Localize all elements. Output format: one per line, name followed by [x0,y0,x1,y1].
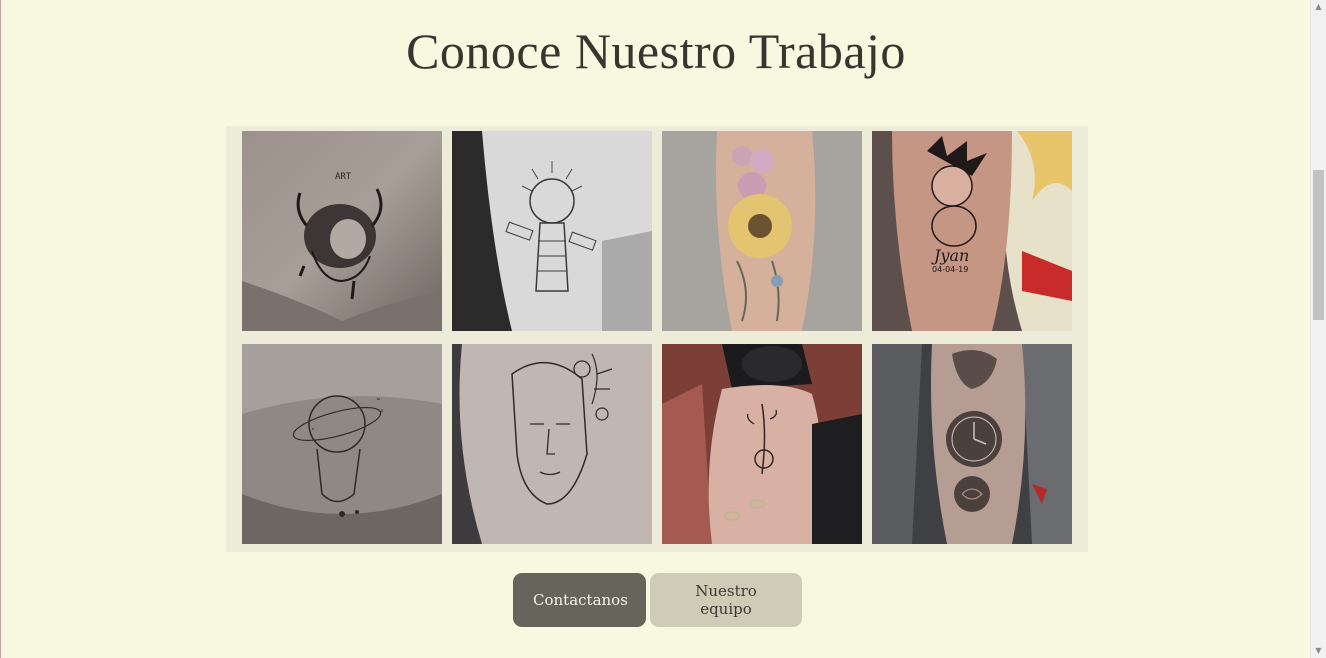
gallery-image-sunflower[interactable] [662,131,862,331]
scrollbar-thumb[interactable] [1313,170,1324,320]
scroll-up-icon[interactable]: ▲ [1311,0,1326,14]
tattoo-gallery: ART Jyan 04-04-19 [226,126,1088,552]
gallery-image-planet-bust[interactable] [242,344,442,544]
gallery-image-anatomical-heart[interactable] [452,131,652,331]
action-buttons: Contactanos Nuestro equipo [513,573,802,627]
page: Conoce Nuestro Trabajo ART Jyan 04-04-19… [0,0,1326,658]
gallery-image-eagle-clock[interactable] [872,344,1072,544]
tattoo-text-name: Jyan [931,246,969,265]
scroll-down-icon[interactable]: ▼ [1311,644,1326,658]
tattoo-text-date: 04-04-19 [932,265,968,274]
gallery-image-rose-hand[interactable] [662,344,862,544]
contact-button[interactable]: Contactanos [513,573,646,627]
gallery-image-goku[interactable]: Jyan 04-04-19 [872,131,1072,331]
vertical-scrollbar[interactable]: ▲ ▼ [1310,0,1326,658]
section-title: Conoce Nuestro Trabajo [406,23,906,79]
gallery-image-oni-mask[interactable]: ART [242,131,442,331]
team-button[interactable]: Nuestro equipo [650,573,802,627]
gallery-image-greek-statue[interactable] [452,344,652,544]
tattoo-text-art: ART [335,172,352,182]
